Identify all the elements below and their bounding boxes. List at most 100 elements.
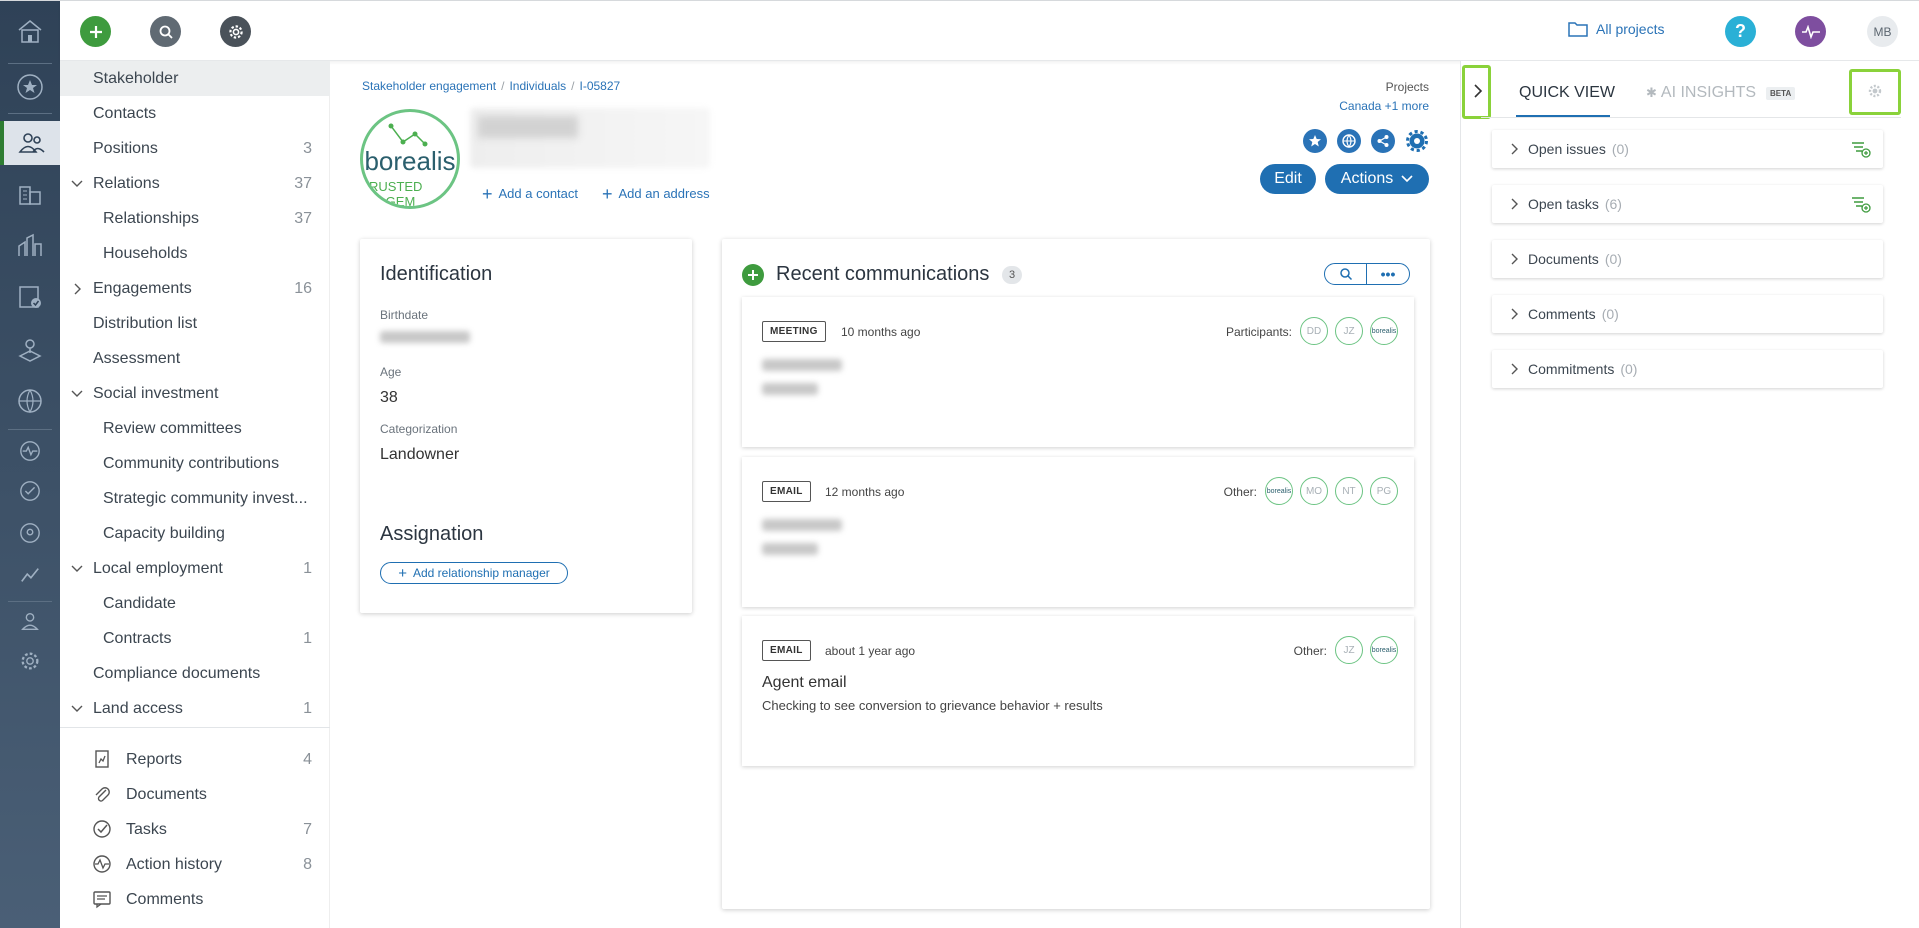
communication-item[interactable]: MEETING 10 months ago Participants: DD JZ bor…: [742, 297, 1414, 447]
nav-item-review-committees[interactable]: Review committees: [60, 411, 330, 446]
filter-add-icon[interactable]: [1851, 140, 1871, 158]
settings-gear-icon[interactable]: [1405, 129, 1429, 153]
participant-avatar[interactable]: DD: [1300, 317, 1328, 345]
nav-item-contacts[interactable]: Contacts: [60, 96, 330, 131]
nav-item-capacity-building[interactable]: Capacity building: [60, 516, 330, 551]
nav-item-assessment[interactable]: Assessment: [60, 341, 330, 376]
check-circle-icon[interactable]: [0, 471, 60, 511]
nav-item-compliance-documents[interactable]: Compliance documents: [60, 656, 330, 691]
favorites-icon[interactable]: [0, 67, 60, 107]
chevron-right-icon: [1511, 198, 1518, 210]
participant-avatar[interactable]: JZ: [1335, 317, 1363, 345]
globe-people-icon[interactable]: [0, 381, 60, 421]
home-icon[interactable]: [0, 11, 60, 51]
edit-button[interactable]: Edit: [1260, 164, 1316, 194]
section-label: Documents: [1528, 251, 1599, 267]
more-options-icon[interactable]: •••: [1367, 264, 1409, 284]
pulse-icon[interactable]: [1795, 16, 1826, 47]
breadcrumb-item[interactable]: I-05827: [580, 79, 621, 93]
nav-item-engagements[interactable]: Engagements 16: [60, 271, 330, 306]
nav-item-documents[interactable]: Documents: [60, 777, 330, 812]
avatar[interactable]: MB: [1867, 16, 1898, 47]
nav-item-comments[interactable]: Comments: [60, 882, 330, 917]
nav-item-strategic-community-invest[interactable]: Strategic community invest...: [60, 481, 330, 516]
breadcrumb-item[interactable]: Stakeholder engagement: [362, 79, 496, 93]
nav-item-label: Households: [103, 244, 188, 262]
nav-item-tasks[interactable]: Tasks 7: [60, 812, 330, 847]
search-icon[interactable]: [1325, 264, 1368, 284]
quick-view-section-commitments[interactable]: Commitments (0): [1492, 350, 1883, 388]
nav-item-label: Candidate: [103, 594, 176, 612]
add-contact-link[interactable]: + Add a contact: [482, 185, 578, 203]
chevron-right-icon: [1511, 308, 1518, 320]
nav-item-contracts[interactable]: Contracts 1: [60, 621, 330, 656]
stakeholders-icon[interactable]: [0, 121, 60, 165]
participant-avatar[interactable]: MO: [1300, 477, 1328, 505]
nav-item-distribution-list[interactable]: Distribution list: [60, 306, 330, 341]
quick-view-section-open-issues[interactable]: Open issues (0): [1492, 130, 1883, 168]
tab-ai-insights[interactable]: ✱ AI INSIGHTS BETA: [1646, 84, 1796, 102]
globe-icon[interactable]: [1337, 129, 1361, 153]
star-icon[interactable]: [1303, 129, 1327, 153]
participant-avatar[interactable]: borealis: [1370, 317, 1398, 345]
add-icon[interactable]: [80, 16, 111, 47]
share-icon[interactable]: [1371, 129, 1395, 153]
tab-quick-view[interactable]: QUICK VIEW: [1519, 84, 1615, 102]
participant-avatar[interactable]: NT: [1335, 477, 1363, 505]
participant-avatar[interactable]: JZ: [1335, 636, 1363, 664]
nav-item-social-investment[interactable]: Social investment: [60, 376, 330, 411]
investment-icon[interactable]: [0, 225, 60, 265]
user-icon[interactable]: [0, 601, 60, 641]
chevron-down-icon[interactable]: [70, 702, 84, 716]
quick-view-section-open-tasks[interactable]: Open tasks (6): [1492, 185, 1883, 223]
participant-avatar[interactable]: borealis: [1265, 477, 1293, 505]
gear-icon[interactable]: [220, 16, 251, 47]
nav-item-community-contributions[interactable]: Community contributions: [60, 446, 330, 481]
quick-view-section-comments[interactable]: Comments (0): [1492, 295, 1883, 333]
filter-add-icon[interactable]: [1851, 195, 1871, 213]
all-projects-link[interactable]: All projects: [1568, 21, 1664, 37]
nav-item-relationships[interactable]: Relationships 37: [60, 201, 330, 236]
participant-avatar[interactable]: borealis: [1370, 636, 1398, 664]
communication-type-badge: EMAIL: [762, 481, 811, 502]
nav-item-reports[interactable]: Reports 4: [60, 742, 330, 777]
actions-button[interactable]: Actions: [1325, 164, 1429, 194]
nav-item-land-access[interactable]: Land access 1: [60, 691, 330, 726]
nav-item-label: Contacts: [93, 104, 157, 122]
nav-item-action-history[interactable]: Action history 8: [60, 847, 330, 882]
search-icon[interactable]: [150, 16, 181, 47]
nav-item-count: 1: [303, 629, 312, 647]
settings-icon[interactable]: [0, 641, 60, 681]
communication-item[interactable]: EMAIL 12 months ago Other: borealis MO NT PG: [742, 457, 1414, 607]
quick-view-section-documents[interactable]: Documents (0): [1492, 240, 1883, 278]
compliance-icon[interactable]: [0, 277, 60, 317]
help-icon[interactable]: ?: [1725, 16, 1756, 47]
communication-item[interactable]: EMAIL about 1 year ago Other: JZ borealis Age…: [742, 616, 1414, 766]
chevron-down-icon[interactable]: [70, 562, 84, 576]
nav-item-households[interactable]: Households: [60, 236, 330, 271]
buildings-icon[interactable]: [0, 173, 60, 213]
project-name[interactable]: Canada: [1339, 99, 1381, 113]
add-address-link[interactable]: + Add an address: [602, 183, 710, 204]
chevron-right-icon[interactable]: [70, 282, 84, 296]
top-bar: All projects ? MB: [60, 1, 1919, 61]
activity-icon[interactable]: [0, 431, 60, 471]
nav-item-local-employment[interactable]: Local employment 1: [60, 551, 330, 586]
plus-icon: +: [602, 183, 613, 204]
land-icon[interactable]: [0, 329, 60, 369]
nav-item-positions[interactable]: Positions 3: [60, 131, 330, 166]
chevron-down-icon[interactable]: [70, 387, 84, 401]
participant-avatar[interactable]: PG: [1370, 477, 1398, 505]
nav-item-relations[interactable]: Relations 37: [60, 166, 330, 201]
more-projects-link[interactable]: +1 more: [1385, 99, 1429, 113]
nav-item-candidate[interactable]: Candidate: [60, 586, 330, 621]
chevron-down-icon[interactable]: [70, 177, 84, 191]
location-icon[interactable]: [0, 513, 60, 553]
nav-item-label: Positions: [93, 139, 158, 157]
breadcrumb-item[interactable]: Individuals: [509, 79, 566, 93]
trend-icon[interactable]: [0, 555, 60, 595]
add-communication-icon[interactable]: [742, 264, 764, 286]
nav-item-stakeholder[interactable]: Stakeholder: [60, 61, 330, 96]
add-relationship-manager-button[interactable]: + Add relationship manager: [380, 562, 568, 584]
logo-text: borealis: [364, 146, 456, 176]
